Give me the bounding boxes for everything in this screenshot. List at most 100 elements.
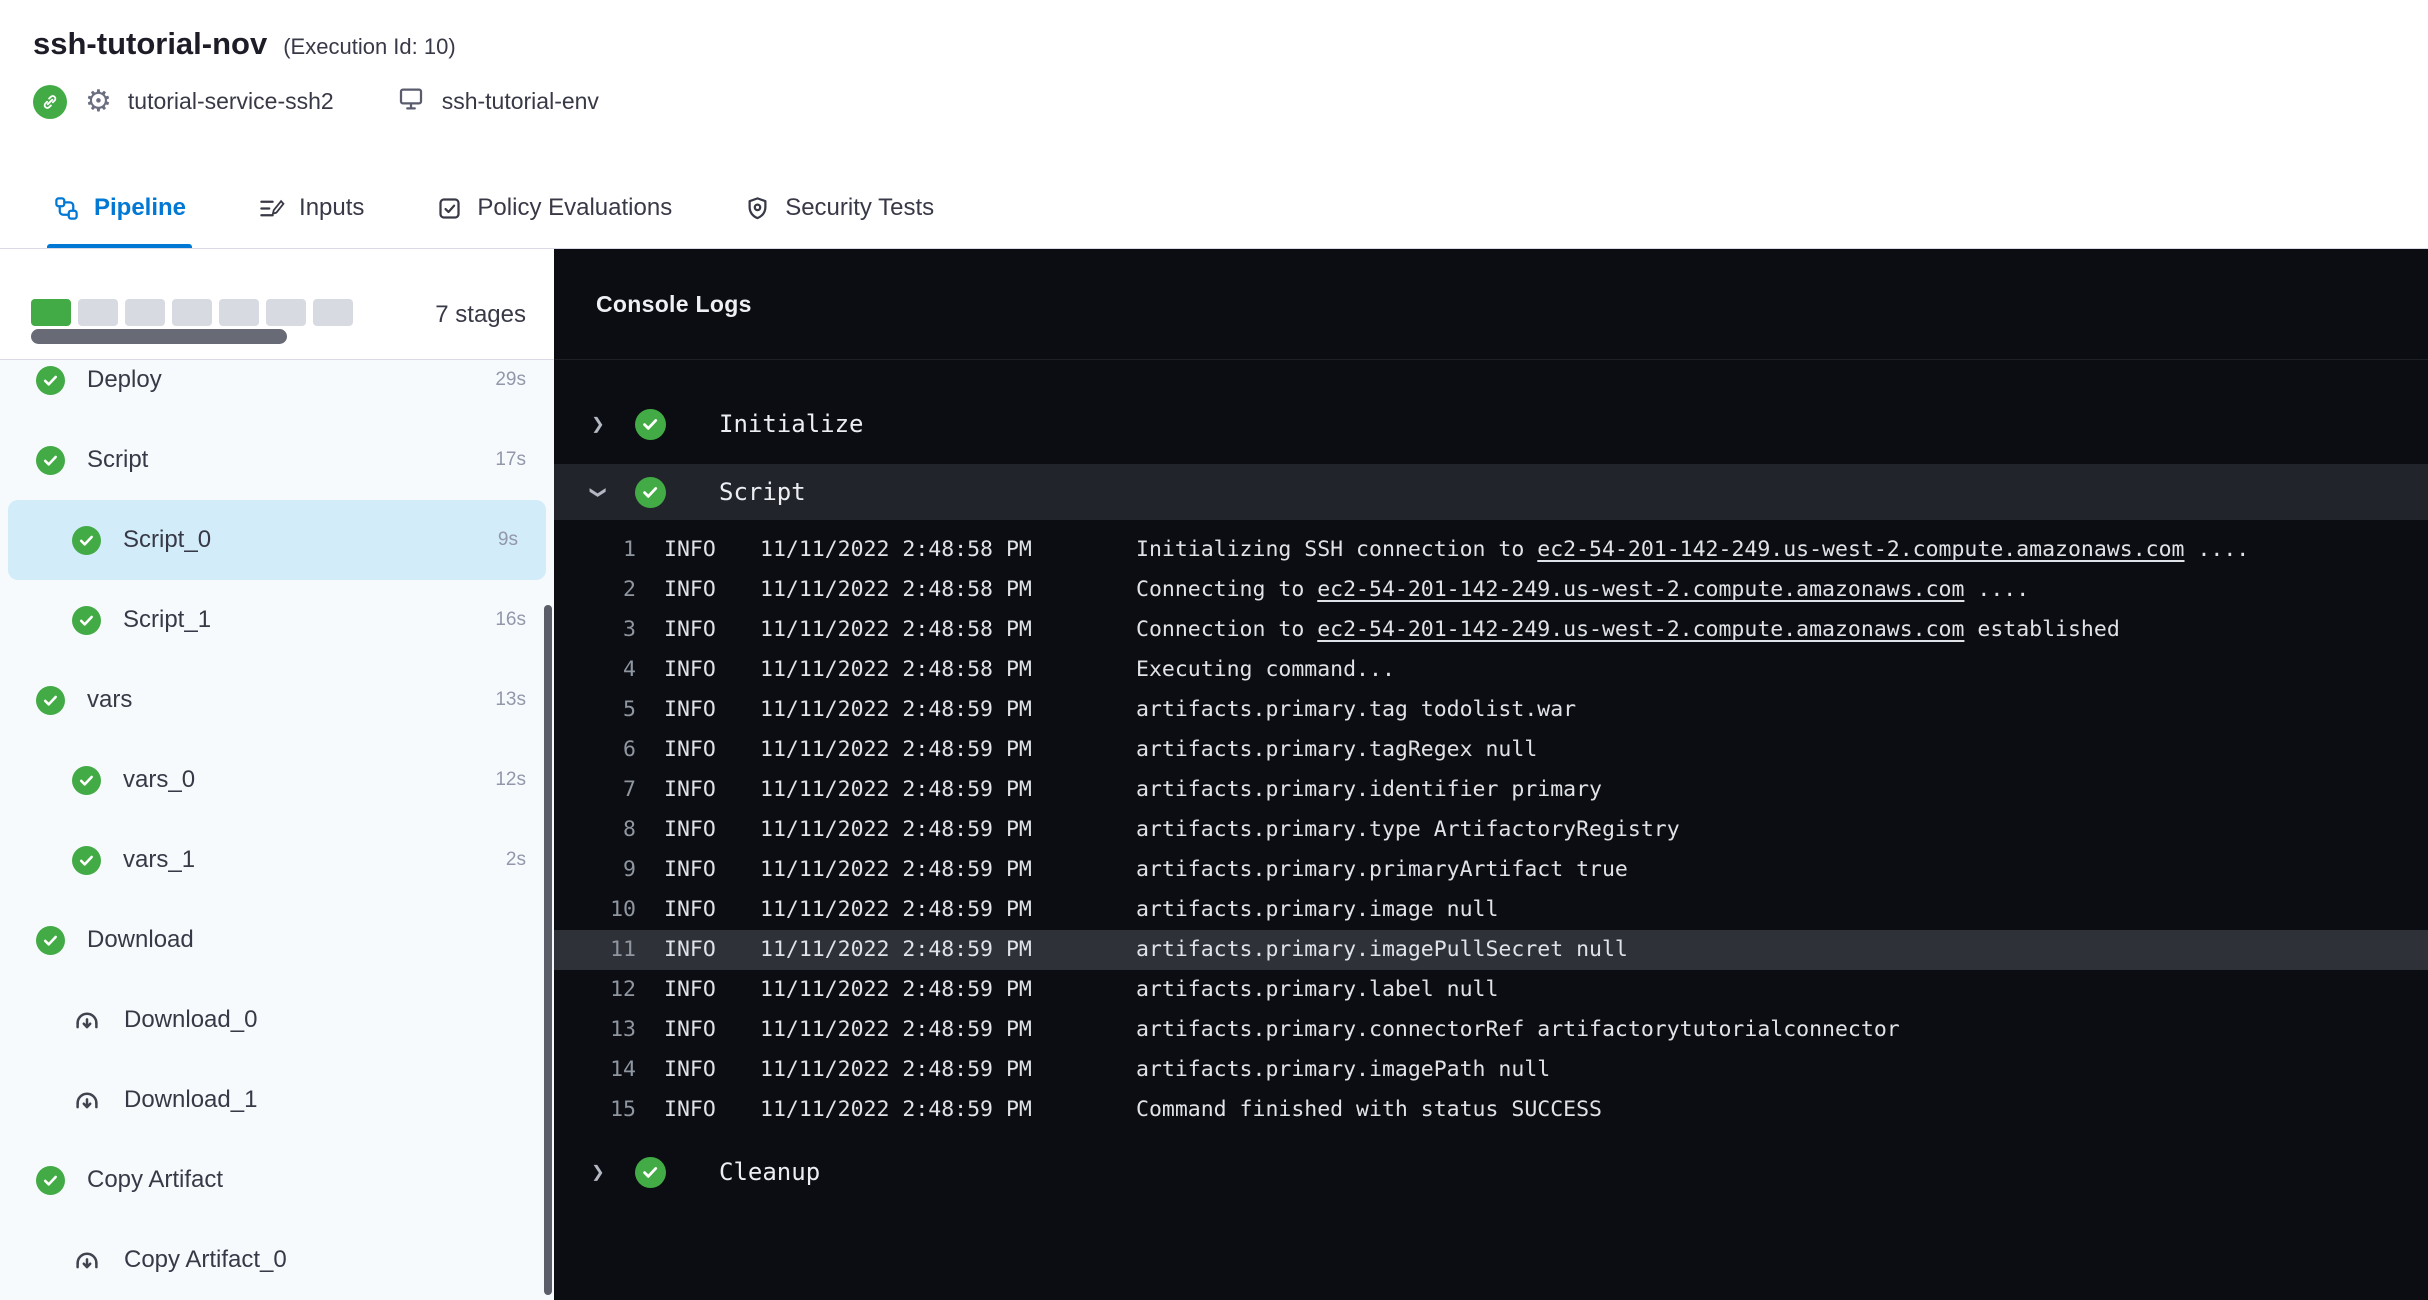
log-section-script[interactable]: ❯ Script <box>554 464 2428 520</box>
tab-pipeline[interactable]: Pipeline <box>53 168 186 248</box>
tab-label: Policy Evaluations <box>477 194 672 222</box>
log-message: Command finished with status SUCCESS <box>1136 1090 2428 1130</box>
log-text: artifacts.primary.tag todolist.war <box>1136 697 1576 722</box>
service-name[interactable]: tutorial-service-ssh2 <box>128 88 334 115</box>
stage-label: Copy Artifact <box>87 1166 526 1194</box>
log-timestamp: 11/11/2022 2:48:59 PM <box>760 970 1056 1010</box>
log-timestamp: 11/11/2022 2:48:59 PM <box>760 850 1056 890</box>
pipeline-icon <box>53 195 80 222</box>
stage-duration: 16s <box>495 609 526 631</box>
log-timestamp: 11/11/2022 2:48:59 PM <box>760 1050 1056 1090</box>
stage-item-download[interactable]: Download <box>0 900 554 980</box>
log-message: artifacts.primary.connectorRef artifacto… <box>1136 1010 2428 1050</box>
stage-item-script[interactable]: Script17s <box>0 420 554 500</box>
tab-policy-evaluations[interactable]: Policy Evaluations <box>436 168 672 248</box>
stage-item-vars[interactable]: vars13s <box>0 660 554 740</box>
log-text: artifacts.primary.tagRegex null <box>1136 737 1537 762</box>
log-line[interactable]: 7INFO11/11/2022 2:48:59 PMartifacts.prim… <box>554 770 2428 810</box>
success-check-icon <box>72 606 101 635</box>
success-check-icon <box>36 686 65 715</box>
log-link[interactable]: ec2-54-201-142-249.us-west-2.compute.ama… <box>1317 577 1964 602</box>
stage-item-script-1[interactable]: Script_116s <box>0 580 554 660</box>
log-line[interactable]: 13INFO11/11/2022 2:48:59 PMartifacts.pri… <box>554 1010 2428 1050</box>
stage-label: Copy Artifact_0 <box>124 1246 526 1274</box>
log-line[interactable]: 9INFO11/11/2022 2:48:59 PMartifacts.prim… <box>554 850 2428 890</box>
log-line[interactable]: 2INFO11/11/2022 2:48:58 PMConnecting to … <box>554 570 2428 610</box>
section-label: Script <box>719 478 806 506</box>
tab-label: Security Tests <box>785 194 934 222</box>
log-line-number: 8 <box>554 810 636 850</box>
stage-item-download-1[interactable]: Download_1 <box>0 1060 554 1140</box>
stage-duration: 12s <box>495 769 526 791</box>
log-level: INFO <box>664 690 736 730</box>
stage-item-deploy[interactable]: Deploy29s <box>0 340 554 420</box>
stage-item-download-0[interactable]: Download_0 <box>0 980 554 1060</box>
policy-checkbox-icon <box>436 195 463 222</box>
inputs-icon <box>258 195 285 222</box>
log-line-number: 4 <box>554 650 636 690</box>
tab-inputs[interactable]: Inputs <box>258 168 364 248</box>
tab-label: Inputs <box>299 194 364 222</box>
log-line[interactable]: 10INFO11/11/2022 2:48:59 PMartifacts.pri… <box>554 890 2428 930</box>
success-check-icon <box>36 926 65 955</box>
chevron-right-icon[interactable]: ❯ <box>586 412 610 437</box>
console-header: Console Logs <box>554 249 2428 360</box>
title-row: ssh-tutorial-nov (Execution Id: 10) <box>33 26 2428 62</box>
stage-item-copy-artifact-0[interactable]: Copy Artifact_0 <box>0 1220 554 1300</box>
success-check-icon <box>72 766 101 795</box>
log-timestamp: 11/11/2022 2:48:59 PM <box>760 690 1056 730</box>
stage-duration: 2s <box>506 849 526 871</box>
stage-item-script-0[interactable]: Script_09s <box>8 500 546 580</box>
log-level: INFO <box>664 1010 736 1050</box>
progress-segment <box>313 299 353 326</box>
stage-item-vars-0[interactable]: vars_012s <box>0 740 554 820</box>
log-text: Connecting to <box>1136 577 1317 602</box>
chevron-right-icon[interactable]: ❯ <box>586 1160 610 1185</box>
log-line[interactable]: 4INFO11/11/2022 2:48:58 PMExecuting comm… <box>554 650 2428 690</box>
tab-label: Pipeline <box>94 194 186 222</box>
log-timestamp: 11/11/2022 2:48:58 PM <box>760 570 1056 610</box>
vertical-scrollbar[interactable] <box>544 605 552 1295</box>
log-line[interactable]: 8INFO11/11/2022 2:48:59 PMartifacts.prim… <box>554 810 2428 850</box>
log-line[interactable]: 12INFO11/11/2022 2:48:59 PMartifacts.pri… <box>554 970 2428 1010</box>
stages-sidebar: 7 stages Deploy29sScript17sScript_09sScr… <box>0 249 554 1300</box>
environment-icon <box>396 84 426 119</box>
chevron-down-icon[interactable]: ❯ <box>586 480 611 504</box>
stage-item-vars-1[interactable]: vars_12s <box>0 820 554 900</box>
stage-list: Deploy29sScript17sScript_09sScript_116sv… <box>0 361 554 1300</box>
log-line[interactable]: 15INFO11/11/2022 2:48:59 PMCommand finis… <box>554 1090 2428 1130</box>
environment-name[interactable]: ssh-tutorial-env <box>442 88 599 115</box>
log-level: INFO <box>664 530 736 570</box>
service-status-icon <box>33 85 67 119</box>
log-line[interactable]: 1INFO11/11/2022 2:48:58 PMInitializing S… <box>554 530 2428 570</box>
log-line[interactable]: 6INFO11/11/2022 2:48:59 PMartifacts.prim… <box>554 730 2428 770</box>
execution-header: ssh-tutorial-nov (Execution Id: 10) ⚙ tu… <box>0 0 2428 168</box>
log-line-number: 15 <box>554 1090 636 1130</box>
success-check-icon <box>36 446 65 475</box>
log-line[interactable]: 14INFO11/11/2022 2:48:59 PMartifacts.pri… <box>554 1050 2428 1090</box>
log-level: INFO <box>664 970 736 1010</box>
log-text: artifacts.primary.label null <box>1136 977 1498 1002</box>
log-line[interactable]: 5INFO11/11/2022 2:48:59 PMartifacts.prim… <box>554 690 2428 730</box>
tab-security-tests[interactable]: Security Tests <box>744 168 934 248</box>
command-step-icon <box>72 1005 102 1035</box>
log-timestamp: 11/11/2022 2:48:59 PM <box>760 930 1056 970</box>
log-section-initialize[interactable]: ❯ Initialize <box>554 396 2428 452</box>
progress-segment <box>266 299 306 326</box>
stage-item-copy-artifact[interactable]: Copy Artifact <box>0 1140 554 1220</box>
stage-label: Download <box>87 926 526 954</box>
log-line-number: 11 <box>554 930 636 970</box>
log-text: artifacts.primary.connectorRef artifacto… <box>1136 1017 1900 1042</box>
log-section-cleanup[interactable]: ❯ Cleanup <box>554 1144 2428 1200</box>
log-link[interactable]: ec2-54-201-142-249.us-west-2.compute.ama… <box>1537 537 2184 562</box>
section-label: Initialize <box>719 410 864 438</box>
stage-label: Deploy <box>87 366 495 394</box>
log-line[interactable]: 3INFO11/11/2022 2:48:58 PMConnection to … <box>554 610 2428 650</box>
command-step-icon <box>72 1085 102 1115</box>
log-link[interactable]: ec2-54-201-142-249.us-west-2.compute.ama… <box>1317 617 1964 642</box>
log-message: artifacts.primary.primaryArtifact true <box>1136 850 2428 890</box>
stage-duration: 13s <box>495 689 526 711</box>
log-line[interactable]: 11INFO11/11/2022 2:48:59 PMartifacts.pri… <box>554 930 2428 970</box>
log-line-number: 14 <box>554 1050 636 1090</box>
stage-label: Script <box>87 446 495 474</box>
